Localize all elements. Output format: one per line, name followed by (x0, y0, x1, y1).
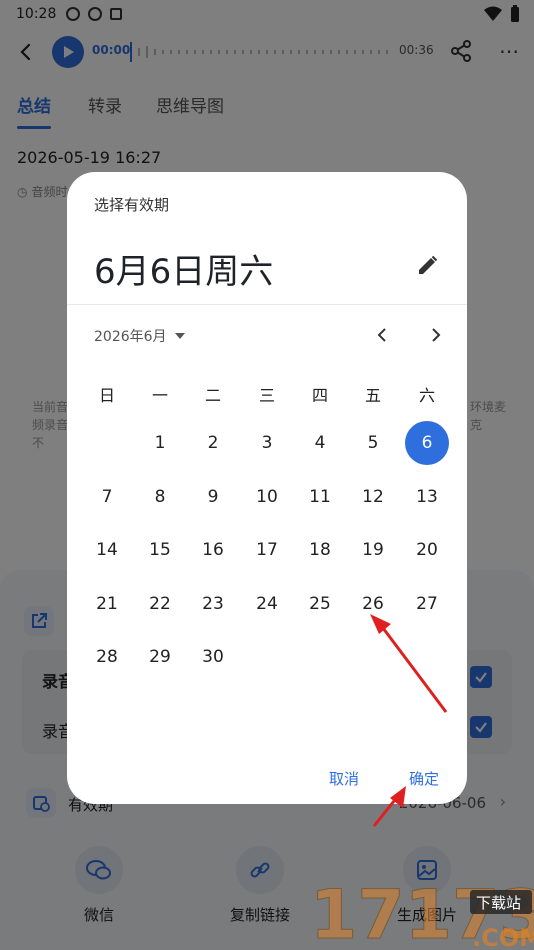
weekday-label: 五 (364, 386, 381, 405)
weekday-label: 六 (418, 386, 435, 405)
previous-month-button[interactable] (369, 322, 395, 348)
calendar-day[interactable]: 8 (138, 475, 182, 519)
calendar-day[interactable]: 24 (245, 582, 289, 626)
watermark-domain: .COM (472, 924, 534, 950)
calendar-day[interactable]: 11 (298, 475, 342, 519)
calendar-day[interactable]: 19 (351, 528, 395, 572)
calendar-day[interactable]: 20 (405, 528, 449, 572)
weekday-label: 一 (151, 386, 168, 405)
calendar-day[interactable]: 25 (298, 582, 342, 626)
dropdown-triangle-icon (174, 333, 185, 339)
calendar-day[interactable]: 30 (191, 635, 235, 679)
calendar-day[interactable]: 26 (351, 582, 395, 626)
calendar-day[interactable]: 13 (405, 475, 449, 519)
calendar-day[interactable]: 17 (245, 528, 289, 572)
calendar-day[interactable]: 22 (138, 582, 182, 626)
calendar-day[interactable]: 21 (85, 582, 129, 626)
calendar-day[interactable]: 16 (191, 528, 235, 572)
watermark-tag: 下载站 (476, 894, 521, 912)
calendar-day[interactable]: 18 (298, 528, 342, 572)
calendar-day[interactable]: 10 (245, 475, 289, 519)
calendar-day[interactable]: 27 (405, 582, 449, 626)
confirm-button[interactable]: 确定 (409, 768, 439, 789)
calendar-day[interactable]: 2 (191, 421, 235, 465)
cancel-button[interactable]: 取消 (329, 768, 359, 789)
calendar-day[interactable]: 7 (85, 475, 129, 519)
calendar-day[interactable]: 28 (85, 635, 129, 679)
chevron-right-icon (432, 328, 441, 342)
calendar-day[interactable]: 1 (138, 421, 182, 465)
calendar-day[interactable]: 23 (191, 582, 235, 626)
next-month-button[interactable] (423, 322, 449, 348)
weekday-label: 三 (258, 386, 275, 405)
month-year-selector[interactable]: 2026年6月 (94, 326, 185, 346)
calendar-day-selected[interactable]: 6 (405, 421, 449, 465)
month-year-label: 2026年6月 (94, 329, 167, 345)
calendar-day[interactable]: 15 (138, 528, 182, 572)
edit-date-button[interactable] (413, 252, 441, 280)
calendar-day[interactable]: 5 (351, 421, 395, 465)
dialog-divider (67, 304, 467, 305)
date-picker-dialog: 选择有效期 6月6日周六 2026年6月 日一二三四五六 1 2 3 4 5 6 7 8 9 10… (67, 172, 467, 804)
calendar-day[interactable]: 14 (85, 528, 129, 572)
site-watermark-logo: 17173 下载站 .COM (310, 876, 534, 950)
calendar-day[interactable]: 12 (351, 475, 395, 519)
weekday-label: 二 (204, 386, 221, 405)
calendar-day[interactable]: 3 (245, 421, 289, 465)
weekday-label: 四 (311, 386, 328, 405)
calendar-day[interactable]: 29 (138, 635, 182, 679)
dialog-title: 选择有效期 (94, 196, 170, 214)
calendar-day[interactable]: 9 (191, 475, 235, 519)
pencil-icon (419, 255, 438, 274)
weekday-label: 日 (98, 386, 115, 405)
selected-date-headline: 6月6日周六 (94, 252, 274, 292)
calendar-day[interactable]: 4 (298, 421, 342, 465)
chevron-left-icon (377, 328, 386, 342)
